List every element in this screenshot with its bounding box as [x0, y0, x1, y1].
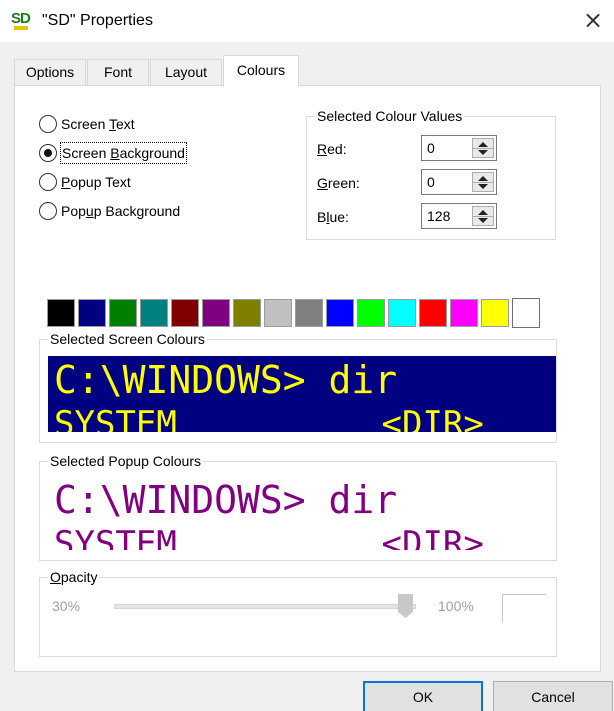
- green-value[interactable]: 0: [427, 174, 435, 190]
- popup-colours-preview: C:\WINDOWS> dir SYSTEM <DIR>: [48, 476, 556, 550]
- colours-tab-panel: Screen Text Screen Background Popup Text…: [14, 85, 601, 672]
- colour-swatch[interactable]: [419, 299, 447, 327]
- radio-button[interactable]: [39, 202, 57, 220]
- radio-button[interactable]: [39, 173, 57, 191]
- tab-font[interactable]: Font: [87, 59, 149, 86]
- colour-swatch[interactable]: [202, 299, 230, 327]
- group-title: Opacity: [48, 568, 100, 586]
- opacity-group: Opacity 30% 100%: [39, 568, 557, 657]
- green-label: Green:: [317, 175, 360, 191]
- radio-label-screen-text: Screen Text: [61, 116, 135, 132]
- opacity-slider-track: [114, 604, 416, 609]
- arrow-down-icon[interactable]: [478, 150, 488, 155]
- colour-swatch[interactable]: [512, 298, 540, 328]
- blue-label: Blue:: [317, 209, 349, 225]
- tab-colours[interactable]: Colours: [223, 55, 299, 87]
- arrow-up-icon[interactable]: [478, 142, 488, 147]
- radio-label-screen-background: Screen Background: [60, 142, 187, 164]
- radio-button[interactable]: [39, 115, 57, 133]
- tab-options[interactable]: Options: [14, 59, 86, 86]
- colour-swatch[interactable]: [295, 299, 323, 327]
- window-title: "SD" Properties: [42, 12, 153, 29]
- arrow-up-icon[interactable]: [478, 176, 488, 181]
- preview-line-1: C:\WINDOWS> dir: [54, 478, 398, 522]
- red-label: Red:: [317, 141, 347, 157]
- colour-swatch[interactable]: [357, 299, 385, 327]
- red-value[interactable]: 0: [427, 140, 435, 156]
- arrow-down-icon[interactable]: [478, 184, 488, 189]
- colour-swatch[interactable]: [78, 299, 106, 327]
- opacity-preview-box: [502, 594, 546, 622]
- group-title: Selected Popup Colours: [48, 452, 203, 470]
- spin-buttons[interactable]: [472, 138, 494, 158]
- spin-divider: [473, 148, 493, 149]
- colour-swatch[interactable]: [264, 299, 292, 327]
- spin-buttons[interactable]: [472, 206, 494, 226]
- colour-swatch[interactable]: [450, 299, 478, 327]
- screen-colours-preview: C:\WINDOWS> dir SYSTEM <DIR>: [48, 356, 556, 432]
- preview-line-1: C:\WINDOWS> dir: [54, 358, 398, 402]
- app-icon-underline: [14, 26, 28, 30]
- spin-divider: [473, 182, 493, 183]
- sd-app-icon: SD: [11, 10, 35, 32]
- title-bar: SD "SD" Properties ×: [0, 0, 614, 42]
- cancel-button[interactable]: Cancel: [493, 681, 613, 711]
- app-icon-text: SD: [11, 10, 31, 27]
- colour-swatch[interactable]: [233, 299, 261, 327]
- group-title: Selected Colour Values: [315, 107, 465, 125]
- opacity-min-label: 30%: [52, 598, 81, 614]
- radio-button[interactable]: [39, 144, 57, 162]
- spin-buttons[interactable]: [472, 172, 494, 192]
- colour-palette: [47, 298, 561, 328]
- tab-layout[interactable]: Layout: [150, 59, 222, 86]
- preview-line-2: SYSTEM <DIR>: [54, 524, 484, 550]
- colour-swatch[interactable]: [326, 299, 354, 327]
- ok-button[interactable]: OK: [363, 681, 483, 711]
- colour-swatch[interactable]: [47, 299, 75, 327]
- opacity-slider-thumb: [398, 594, 413, 618]
- blue-value[interactable]: 128: [427, 208, 450, 224]
- colour-swatch[interactable]: [388, 299, 416, 327]
- radio-label-popup-text: Popup Text: [61, 174, 131, 190]
- selected-screen-colours-group: Selected Screen Colours C:\WINDOWS> dir …: [39, 330, 557, 443]
- arrow-up-icon[interactable]: [478, 210, 488, 215]
- colour-swatch[interactable]: [140, 299, 168, 327]
- group-title: Selected Screen Colours: [48, 330, 207, 348]
- close-icon[interactable]: ×: [580, 8, 606, 34]
- selected-colour-values-group: Selected Colour Values Red: 0 Green: 0 B…: [306, 107, 556, 240]
- selected-popup-colours-group: Selected Popup Colours C:\WINDOWS> dir S…: [39, 452, 557, 561]
- red-spinner[interactable]: 0: [421, 135, 497, 161]
- blue-spinner[interactable]: 128: [421, 203, 497, 229]
- colour-swatch[interactable]: [481, 299, 509, 327]
- colour-swatch[interactable]: [171, 299, 199, 327]
- opacity-max-label: 100%: [438, 598, 474, 614]
- arrow-down-icon[interactable]: [478, 218, 488, 223]
- dialog-body: Options Font Layout Colours Screen Text …: [0, 42, 614, 711]
- colour-swatch[interactable]: [109, 299, 137, 327]
- radio-label-popup-background: Popup Background: [61, 203, 181, 219]
- green-spinner[interactable]: 0: [421, 169, 497, 195]
- preview-line-2: SYSTEM <DIR>: [54, 404, 484, 432]
- spin-divider: [473, 216, 493, 217]
